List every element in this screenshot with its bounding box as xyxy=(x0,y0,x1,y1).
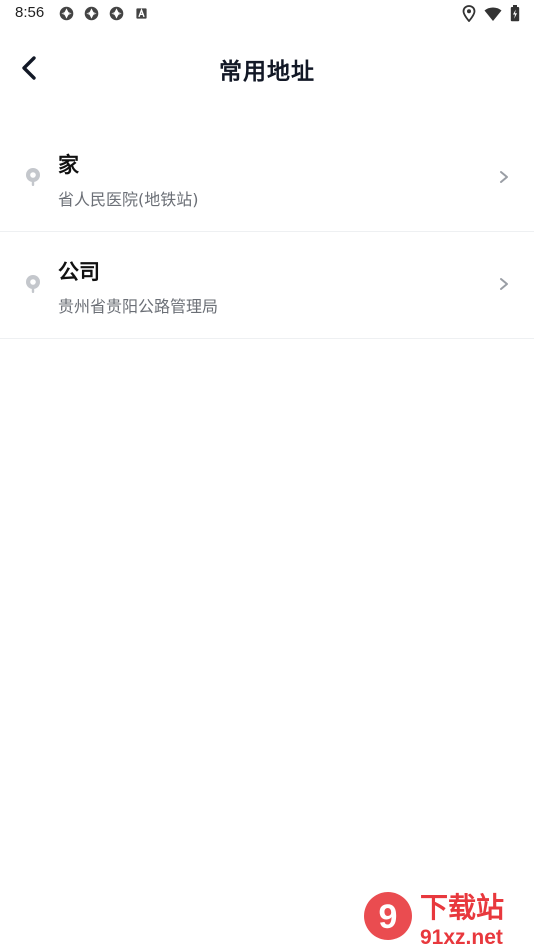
app-header: 常用地址 xyxy=(0,40,534,96)
battery-icon xyxy=(510,5,520,22)
app-icon xyxy=(84,6,99,21)
location-pin-icon xyxy=(26,275,40,293)
chevron-right-icon xyxy=(500,171,508,183)
screen: 8:56 常用地址 家 省人民医院(地铁站) 公司 贵州省贵阳公路管理局 9 下… xyxy=(0,0,534,950)
address-item-company[interactable]: 公司 贵州省贵阳公路管理局 xyxy=(0,232,534,339)
status-time: 8:56 xyxy=(15,4,45,21)
watermark-logo-text: 9 xyxy=(379,898,398,936)
watermark-url: 91xz.net xyxy=(420,926,503,949)
system-icons xyxy=(462,5,520,22)
status-bar: 8:56 xyxy=(0,0,534,28)
a-icon xyxy=(136,8,147,19)
page-title: 常用地址 xyxy=(219,59,315,85)
app-icon xyxy=(109,6,124,21)
notification-icons xyxy=(58,5,150,22)
address-name: 公司 xyxy=(58,260,100,284)
address-detail: 省人民医院(地铁站) xyxy=(58,190,199,209)
address-item-home[interactable]: 家 省人民医院(地铁站) xyxy=(0,125,534,232)
watermark-logo: 9 下载站 91xz.net xyxy=(364,891,504,949)
chevron-right-icon xyxy=(500,278,508,290)
watermark-badge: 9 xyxy=(364,892,412,940)
location-pin-icon xyxy=(26,168,40,186)
address-list: 家 省人民医院(地铁站) 公司 贵州省贵阳公路管理局 xyxy=(0,125,534,339)
watermark-title: 下载站 xyxy=(420,891,504,924)
location-icon xyxy=(462,5,476,22)
wifi-icon xyxy=(484,7,502,21)
address-name: 家 xyxy=(58,153,79,177)
app-icon xyxy=(59,6,74,21)
address-detail: 贵州省贵阳公路管理局 xyxy=(58,297,219,316)
